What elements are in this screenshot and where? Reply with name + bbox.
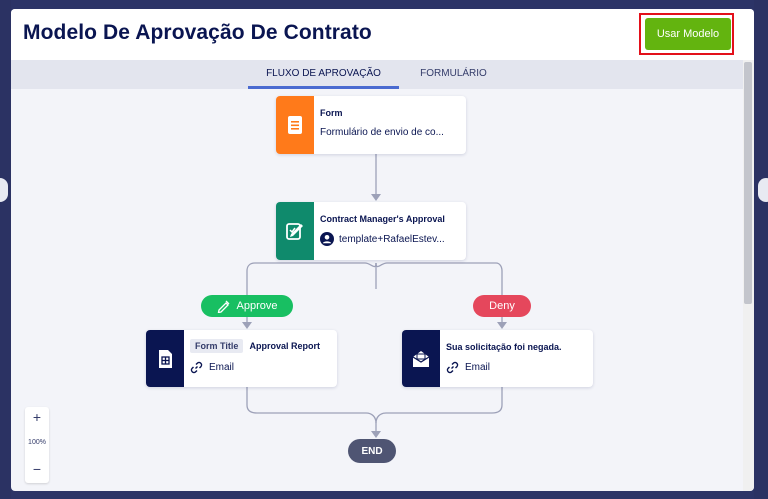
- approve-pen-icon: [217, 300, 229, 313]
- deny-node-icon-block: [402, 330, 440, 387]
- zoom-controls: + 100% −: [25, 407, 49, 483]
- report-node-title-row: Form Title Approval Report: [190, 339, 320, 353]
- template-preview-modal: Modelo De Aprovação De Contrato Usar Mod…: [11, 9, 754, 491]
- zoom-out-button[interactable]: −: [25, 461, 49, 481]
- flow-node-denied-email[interactable]: Sua solicitação foi negada. Email: [402, 330, 593, 387]
- approval-node-icon-block: [276, 202, 314, 260]
- form-node-icon-block: [276, 96, 314, 154]
- mail-icon: [412, 350, 430, 367]
- flow-node-form[interactable]: Form Formulário de envio de co...: [276, 96, 466, 154]
- backdrop-right: [754, 0, 768, 499]
- approve-label: Approve: [236, 300, 278, 312]
- form-icon: [288, 116, 302, 134]
- deny-label: Deny: [489, 300, 515, 312]
- approve-branch-badge: Approve: [201, 295, 293, 317]
- approval-node-assignee-text: template+RafaelEstev...: [339, 233, 445, 245]
- user-avatar-icon: [320, 232, 334, 246]
- approval-icon: [286, 223, 303, 240]
- report-node-action-text: Email: [209, 362, 235, 373]
- approval-node-assignee: template+RafaelEstev...: [320, 232, 445, 246]
- approval-node-title: Contract Manager's Approval: [320, 214, 445, 224]
- zoom-level: 100%: [28, 439, 46, 446]
- zoom-in-button[interactable]: +: [25, 409, 49, 429]
- report-node-icon-block: [146, 330, 184, 387]
- deny-node-action: Email: [446, 361, 490, 374]
- scrollbar-thumb[interactable]: [744, 62, 752, 304]
- link-icon: [190, 361, 203, 374]
- form-title-tag: Form Title: [190, 339, 244, 353]
- backdrop-left: [0, 0, 11, 499]
- flow-end-node: END: [348, 439, 396, 463]
- flow-node-approval-report[interactable]: Form Title Approval Report Email: [146, 330, 337, 387]
- deny-branch-badge: Deny: [473, 295, 531, 317]
- report-node-action: Email: [190, 361, 234, 374]
- flow-node-approval[interactable]: Contract Manager's Approval template+Raf…: [276, 202, 466, 260]
- link-icon: [446, 361, 459, 374]
- background-nav-next: [758, 178, 768, 202]
- deny-node-action-text: Email: [465, 362, 491, 373]
- report-node-title: Approval Report: [249, 341, 321, 351]
- form-node-title: Form: [320, 108, 343, 118]
- form-node-subtitle: Formulário de envio de co...: [320, 127, 444, 138]
- deny-node-title: Sua solicitação foi negada.: [446, 342, 562, 352]
- report-icon: [159, 349, 172, 368]
